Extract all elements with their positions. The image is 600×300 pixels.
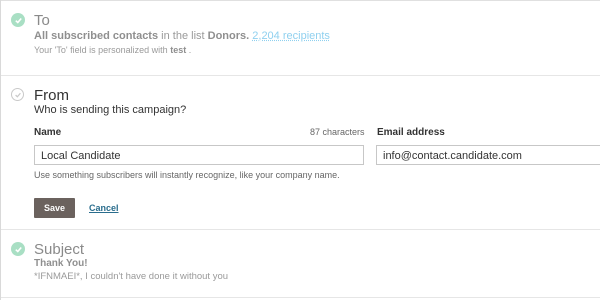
recipients-link[interactable]: 2,204 recipients: [252, 30, 330, 42]
section-divider: [1, 75, 600, 76]
to-personalization-note: Your 'To' field is personalized with tes…: [34, 45, 191, 55]
personalized-value: test: [170, 45, 187, 55]
cancel-link[interactable]: Cancel: [89, 203, 119, 213]
section-divider: [1, 229, 600, 230]
email-input[interactable]: info@contact.candidate.com: [376, 145, 600, 165]
personalized-suffix: .: [188, 45, 192, 55]
check-pending-icon: [11, 88, 24, 101]
char-count: 87 characters: [310, 127, 365, 137]
check-complete-icon: [11, 13, 25, 27]
email-label: Email address: [377, 127, 445, 138]
personalized-prefix: Your 'To' field is personalized with: [34, 45, 168, 55]
check-complete-icon: [11, 242, 25, 256]
to-audience: All subscribed contacts: [34, 30, 159, 42]
name-input[interactable]: Local Candidate: [34, 145, 364, 165]
section-divider: [1, 297, 600, 298]
from-subtitle: Who is sending this campaign?: [34, 104, 187, 116]
save-button[interactable]: Save: [34, 198, 75, 218]
subject-title[interactable]: Subject: [34, 241, 84, 258]
to-title[interactable]: To: [34, 12, 50, 29]
left-border: [0, 0, 1, 300]
name-label: Name: [34, 127, 62, 138]
from-title: From: [34, 87, 69, 104]
name-help-text: Use something subscribers will instantly…: [34, 170, 340, 180]
to-list-name: Donors.: [207, 30, 250, 42]
preview-text: *IFNMAEI*, I couldn't have done it witho…: [34, 271, 229, 282]
subject-text: Thank You!: [34, 258, 88, 269]
to-in-list-text: in the list: [161, 30, 205, 42]
top-border: [0, 0, 600, 1]
to-summary: All subscribed contacts in the list Dono…: [34, 30, 330, 42]
